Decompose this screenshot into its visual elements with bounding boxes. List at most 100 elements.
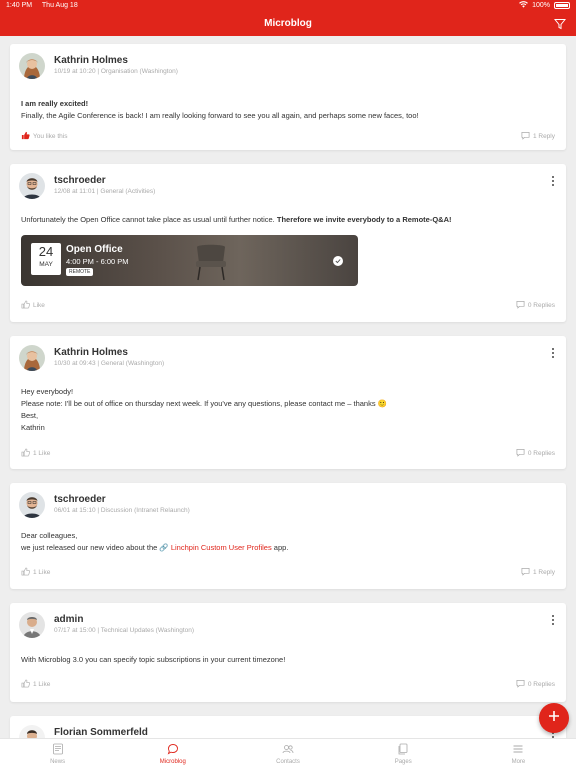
microblog-icon	[167, 743, 179, 757]
thumbs-up-icon	[21, 567, 30, 578]
reply-count: 0 Replies	[527, 302, 555, 309]
avatar[interactable]	[19, 612, 45, 638]
post-author[interactable]: admin	[54, 614, 83, 625]
post-body: With Microblog 3.0 you can specify topic…	[21, 655, 286, 664]
event-day: 24	[38, 244, 54, 259]
thumbs-up-filled-icon	[21, 131, 30, 142]
post-body-line: Best,	[21, 411, 39, 420]
like-button[interactable]: 1 Like	[21, 679, 50, 690]
thumbs-up-icon	[21, 300, 30, 311]
like-button[interactable]: 1 Like	[21, 448, 50, 459]
post-card[interactable]: tschroeder 06/01 at 15:10 | Discussion (…	[10, 483, 566, 589]
comment-icon	[516, 448, 525, 459]
microblog-feed[interactable]: Kathrin Holmes 10/19 at 10:20 | Organisa…	[0, 36, 576, 738]
page-title: Microblog	[264, 18, 312, 29]
status-time: 1:40 PM	[6, 2, 33, 9]
like-label: You like this	[33, 133, 68, 140]
reply-count: 1 Reply	[532, 569, 555, 576]
post-body-line: Dear colleagues,	[21, 531, 78, 540]
post-meta: 06/01 at 15:10 | Discussion (Intranet Re…	[54, 507, 190, 514]
like-button[interactable]: Like	[21, 300, 45, 311]
post-body-text: we just released our new video about the	[21, 543, 160, 552]
more-options-icon[interactable]	[550, 346, 556, 360]
tab-label: More	[511, 758, 526, 765]
plus-icon	[548, 709, 560, 727]
tab-news[interactable]: News	[0, 739, 115, 768]
tab-label: News	[50, 758, 66, 765]
wifi-icon	[519, 1, 528, 10]
post-author[interactable]: Kathrin Holmes	[54, 347, 128, 358]
reply-button[interactable]: 0 Replies	[516, 448, 555, 459]
post-meta: 07/17 at 15:00 | Technical Updates (Wash…	[54, 627, 195, 634]
post-card[interactable]: Florian Sommerfeld	[10, 716, 566, 738]
status-date: Thu Aug 18	[41, 2, 78, 9]
filter-icon[interactable]	[553, 17, 567, 30]
tab-more[interactable]: More	[461, 739, 576, 768]
status-bar: 1:40 PM Thu Aug 18 100%	[0, 0, 576, 11]
post-body-line: Please note: I'll be out of office on th…	[21, 399, 388, 408]
avatar[interactable]	[19, 725, 45, 738]
reply-button[interactable]: 1 Reply	[521, 567, 555, 578]
post-body: Hey everybody! Please note: I'll be out …	[21, 386, 387, 434]
post-body-text: app.	[271, 543, 289, 552]
comment-icon	[521, 131, 530, 142]
event-date: 24 MAY	[31, 243, 61, 275]
menu-icon	[512, 743, 524, 757]
like-button[interactable]: 1 Like	[21, 567, 50, 578]
comment-icon	[516, 300, 525, 311]
avatar[interactable]	[19, 345, 45, 371]
avatar[interactable]	[19, 492, 45, 518]
tab-label: Pages	[394, 758, 412, 765]
like-label: 1 Like	[33, 450, 51, 457]
tab-bar: News Microblog Contacts Pages More	[0, 738, 576, 768]
like-label: Like	[33, 302, 45, 309]
check-icon[interactable]	[333, 256, 343, 266]
tab-contacts[interactable]: Contacts	[230, 739, 345, 768]
app-link[interactable]: 🔗 Linchpin Custom User Profiles	[159, 543, 271, 552]
post-body: Unfortunately the Open Office cannot tak…	[21, 214, 451, 226]
reply-count: 0 Replies	[527, 450, 555, 457]
reply-count: 1 Reply	[532, 133, 555, 140]
event-card[interactable]: 24 MAY Open Office 4:00 PM - 6:00 PM REM…	[21, 235, 358, 286]
reply-button[interactable]: 0 Replies	[516, 679, 555, 690]
post-card[interactable]: tschroeder 12/08 at 11:01 | General (Act…	[10, 164, 566, 322]
comment-icon	[521, 567, 530, 578]
post-body-text: Unfortunately the Open Office cannot tak…	[21, 215, 277, 224]
post-body-bold: Therefore we invite everybody to a Remot…	[276, 215, 452, 224]
battery-percent: 100%	[532, 2, 550, 9]
reply-count: 0 Replies	[527, 681, 555, 688]
post-body: I am really excited! Finally, the Agile …	[21, 98, 419, 122]
tab-pages[interactable]: Pages	[346, 739, 461, 768]
avatar[interactable]	[19, 53, 45, 79]
avatar[interactable]	[19, 173, 45, 199]
post-card[interactable]: admin 07/17 at 15:00 | Technical Updates…	[10, 603, 566, 702]
post-author[interactable]: Kathrin Holmes	[54, 55, 128, 66]
post-body-line: Kathrin	[21, 423, 45, 432]
post-body-bold: I am really excited!	[21, 99, 89, 108]
post-author[interactable]: tschroeder	[54, 175, 106, 186]
tab-microblog[interactable]: Microblog	[115, 739, 230, 768]
post-meta: 10/30 at 09:43 | General (Washington)	[54, 360, 165, 367]
new-post-button[interactable]	[539, 703, 569, 733]
app-header: Microblog	[0, 11, 576, 36]
like-label: 1 Like	[33, 681, 51, 688]
pages-icon	[397, 743, 409, 757]
post-body: Dear colleagues, we just released our ne…	[21, 530, 288, 554]
reply-button[interactable]: 0 Replies	[516, 300, 555, 311]
thumbs-up-icon	[21, 448, 30, 459]
tab-label: Microblog	[159, 758, 186, 765]
event-badge: REMOTE	[66, 268, 94, 276]
more-options-icon[interactable]	[550, 613, 556, 627]
post-body-line: we just released our new video about the…	[21, 542, 288, 554]
post-author[interactable]: tschroeder	[54, 494, 106, 505]
comment-icon	[516, 679, 525, 690]
reply-button[interactable]: 1 Reply	[521, 131, 555, 142]
more-options-icon[interactable]	[550, 174, 556, 188]
event-month: MAY	[39, 261, 53, 268]
event-time: 4:00 PM - 6:00 PM	[66, 257, 129, 266]
post-card[interactable]: Kathrin Holmes 10/19 at 10:20 | Organisa…	[10, 44, 566, 150]
like-button[interactable]: You like this	[21, 131, 67, 142]
post-author[interactable]: Florian Sommerfeld	[54, 727, 148, 738]
chair-image	[196, 244, 226, 281]
post-card[interactable]: Kathrin Holmes 10/30 at 09:43 | General …	[10, 336, 566, 469]
